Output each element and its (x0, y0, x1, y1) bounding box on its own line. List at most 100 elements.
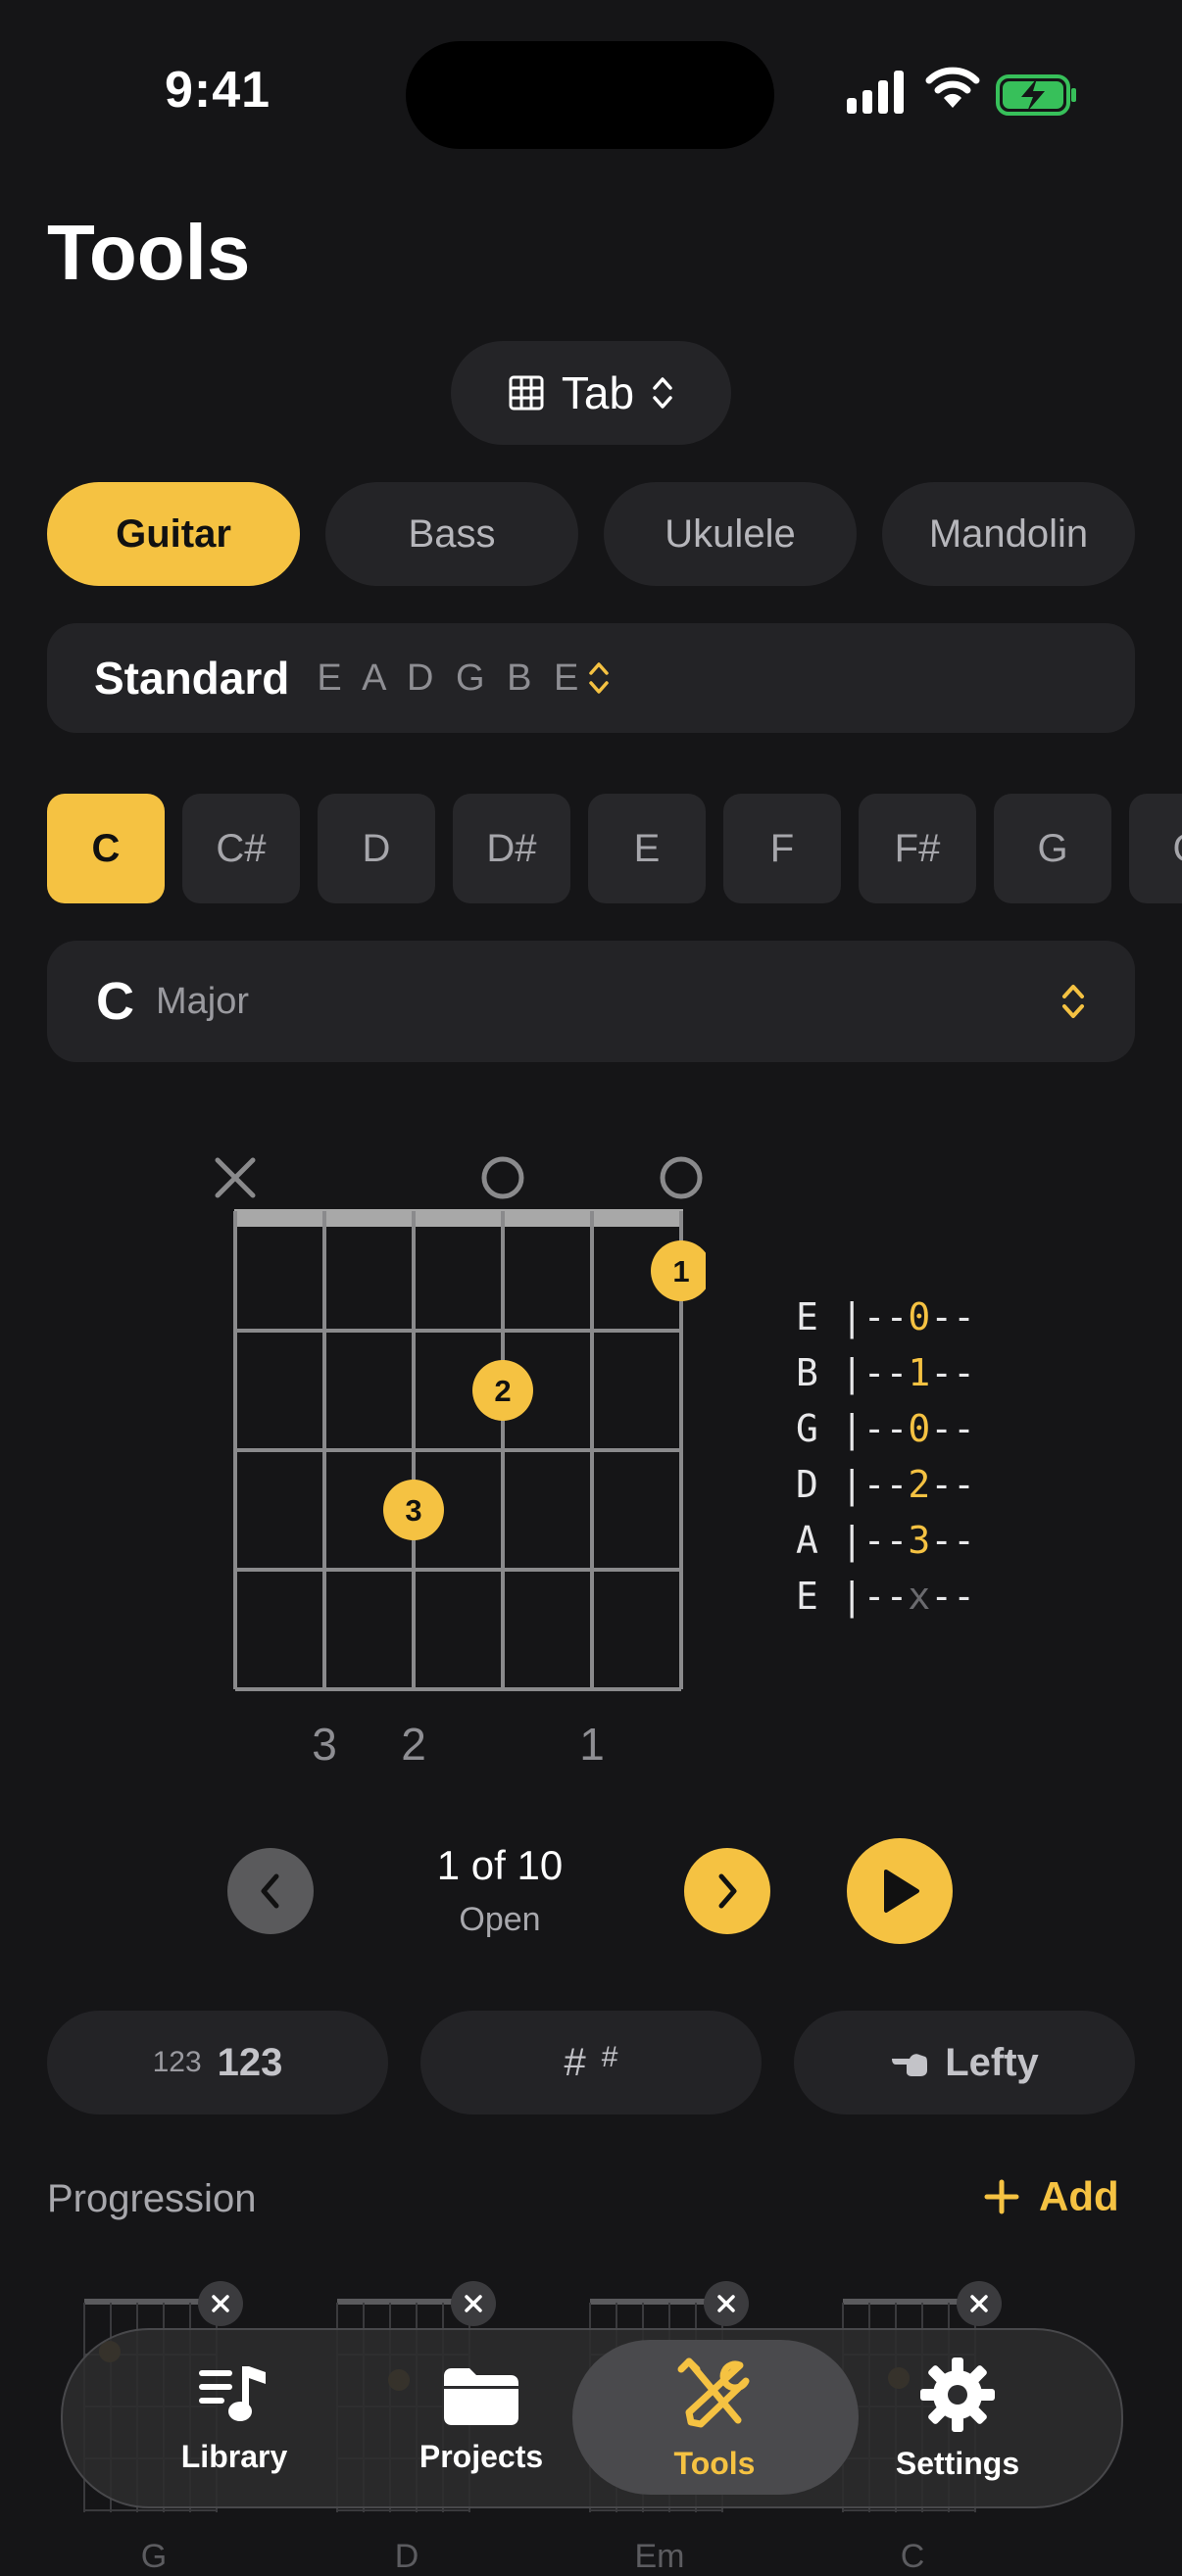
tab-projects[interactable]: Projects (349, 2330, 614, 2506)
sharp-icon: # (564, 2040, 586, 2084)
open-string-icon (481, 1156, 524, 1199)
chevron-left-icon (261, 1873, 279, 1909)
tab-settings-label: Settings (895, 2445, 1020, 2481)
root-note-e[interactable]: E (588, 794, 706, 903)
gear-icon (920, 2357, 995, 2432)
root-note-g[interactable]: G (994, 794, 1111, 903)
tab-line: G |--0-- (796, 1407, 975, 1450)
open-string-icon (660, 1156, 703, 1199)
cellular-signal-icon (847, 71, 904, 114)
chord-diagram: 1 2 3 3 2 1 (215, 1156, 706, 1770)
voicing-name: Open (459, 1901, 541, 1938)
tab-string-label: E |-- (796, 1575, 909, 1618)
lefty-toggle[interactable]: Lefty (794, 2011, 1135, 2114)
remove-chord-button[interactable] (957, 2281, 1002, 2326)
add-chord-button[interactable]: Add (984, 2173, 1119, 2220)
play-icon (884, 1870, 919, 1913)
tab-fret-value: 0 (908, 1295, 931, 1338)
close-icon (212, 2295, 229, 2312)
instrument-bass-button[interactable]: Bass (325, 482, 578, 586)
remove-chord-button[interactable] (198, 2281, 243, 2326)
music-list-icon (199, 2365, 266, 2421)
tab-string-label: A |-- (796, 1519, 909, 1562)
dynamic-island (406, 41, 774, 149)
tab-line-tail: -- (930, 1463, 976, 1506)
finger-number-label: 1 (579, 1719, 605, 1770)
chord-root-label: C (96, 972, 134, 1031)
tab-line: A |--3-- (796, 1519, 975, 1562)
instrument-guitar-button[interactable]: Guitar (47, 482, 300, 586)
play-chord-button[interactable] (847, 1838, 953, 1944)
remove-chord-button[interactable] (704, 2281, 749, 2326)
instrument-mandolin-button[interactable]: Mandolin (882, 482, 1135, 586)
tab-fret-value: x (908, 1575, 931, 1618)
progression-chord-label: G (140, 2538, 168, 2575)
page-title: Tools (47, 209, 251, 296)
tab-tools[interactable]: Tools (582, 2330, 847, 2506)
tab-tools-label: Tools (673, 2445, 756, 2481)
tab-line: B |--1-- (796, 1351, 975, 1394)
numbers-label: 123 (217, 2040, 283, 2084)
add-label: Add (1039, 2173, 1119, 2219)
tab-string-label: G |-- (796, 1407, 909, 1450)
hand-point-left-icon (892, 2054, 928, 2076)
view-mode-label: Tab (561, 367, 635, 418)
numbers-icon: 123 (152, 2046, 202, 2078)
tuning-name: Standard (94, 653, 290, 704)
tab-settings[interactable]: Settings (825, 2330, 1090, 2506)
tuning-selector[interactable]: Standard E A D G B E (47, 623, 1135, 733)
tab-projects-label: Projects (419, 2438, 544, 2474)
previous-voicing-button[interactable] (227, 1848, 314, 1934)
folder-icon (444, 2367, 518, 2425)
lefty-label: Lefty (945, 2040, 1039, 2084)
tab-line-tail: -- (930, 1295, 976, 1338)
root-note-f[interactable]: F (723, 794, 841, 903)
root-note-g-sharp[interactable]: G (1129, 794, 1182, 903)
root-note-d[interactable]: D (318, 794, 435, 903)
tab-library-label: Library (180, 2438, 288, 2474)
tab-line: E |--x-- (796, 1575, 975, 1618)
progression-chord-label: C (900, 2538, 925, 2575)
root-note-f-sharp[interactable]: F# (859, 794, 976, 903)
root-note-d-sharp[interactable]: D# (453, 794, 570, 903)
tab-line-tail: -- (930, 1351, 976, 1394)
root-note-c-sharp[interactable]: C# (182, 794, 300, 903)
tab-fret-value: 0 (908, 1407, 931, 1450)
chevron-up-down-icon (1062, 985, 1084, 1018)
tab-line-tail: -- (930, 1407, 976, 1450)
battery-charging-icon (996, 74, 1076, 116)
tab-line-tail: -- (930, 1575, 976, 1618)
progression-title: Progression (47, 2177, 257, 2220)
chevron-right-icon (718, 1873, 737, 1909)
finger-dot-label: 2 (494, 1374, 511, 1408)
instrument-ukulele-button[interactable]: Ukulele (604, 482, 857, 586)
close-icon (465, 2295, 482, 2312)
wifi-icon (925, 67, 980, 108)
finger-dot-label: 1 (672, 1254, 689, 1288)
chevron-up-down-icon (589, 662, 610, 694)
progression-chord-label: D (394, 2538, 419, 2575)
remove-chord-button[interactable] (451, 2281, 496, 2326)
tab-library[interactable]: Library (102, 2330, 367, 2506)
muted-string-icon (215, 1157, 256, 1198)
tools-icon (677, 2357, 750, 2427)
close-icon (970, 2295, 988, 2312)
grid-icon (509, 375, 544, 411)
accidental-toggle[interactable]: # # (420, 2011, 762, 2114)
tab-bar: Library Projects Tools Settings (61, 2328, 1123, 2508)
tab-fret-value: 3 (908, 1519, 931, 1562)
view-mode-picker[interactable]: Tab (451, 341, 731, 445)
next-voicing-button[interactable] (684, 1848, 770, 1934)
root-note-scroller[interactable]: C C# D D# E F F# G G (47, 794, 1182, 903)
tab-string-label: E |-- (796, 1295, 909, 1338)
status-time: 9:41 (165, 62, 271, 119)
sharp-label: # (601, 2041, 618, 2073)
plus-icon (984, 2179, 1019, 2214)
finger-numbers-toggle[interactable]: 123 123 (47, 2011, 388, 2114)
chord-quality-label: Major (156, 980, 250, 1022)
close-icon (717, 2295, 735, 2312)
chord-quality-selector[interactable]: C Major (47, 941, 1135, 1062)
tab-fret-value: 2 (908, 1463, 931, 1506)
chevron-up-down-icon (653, 377, 672, 409)
root-note-c[interactable]: C (47, 794, 165, 903)
